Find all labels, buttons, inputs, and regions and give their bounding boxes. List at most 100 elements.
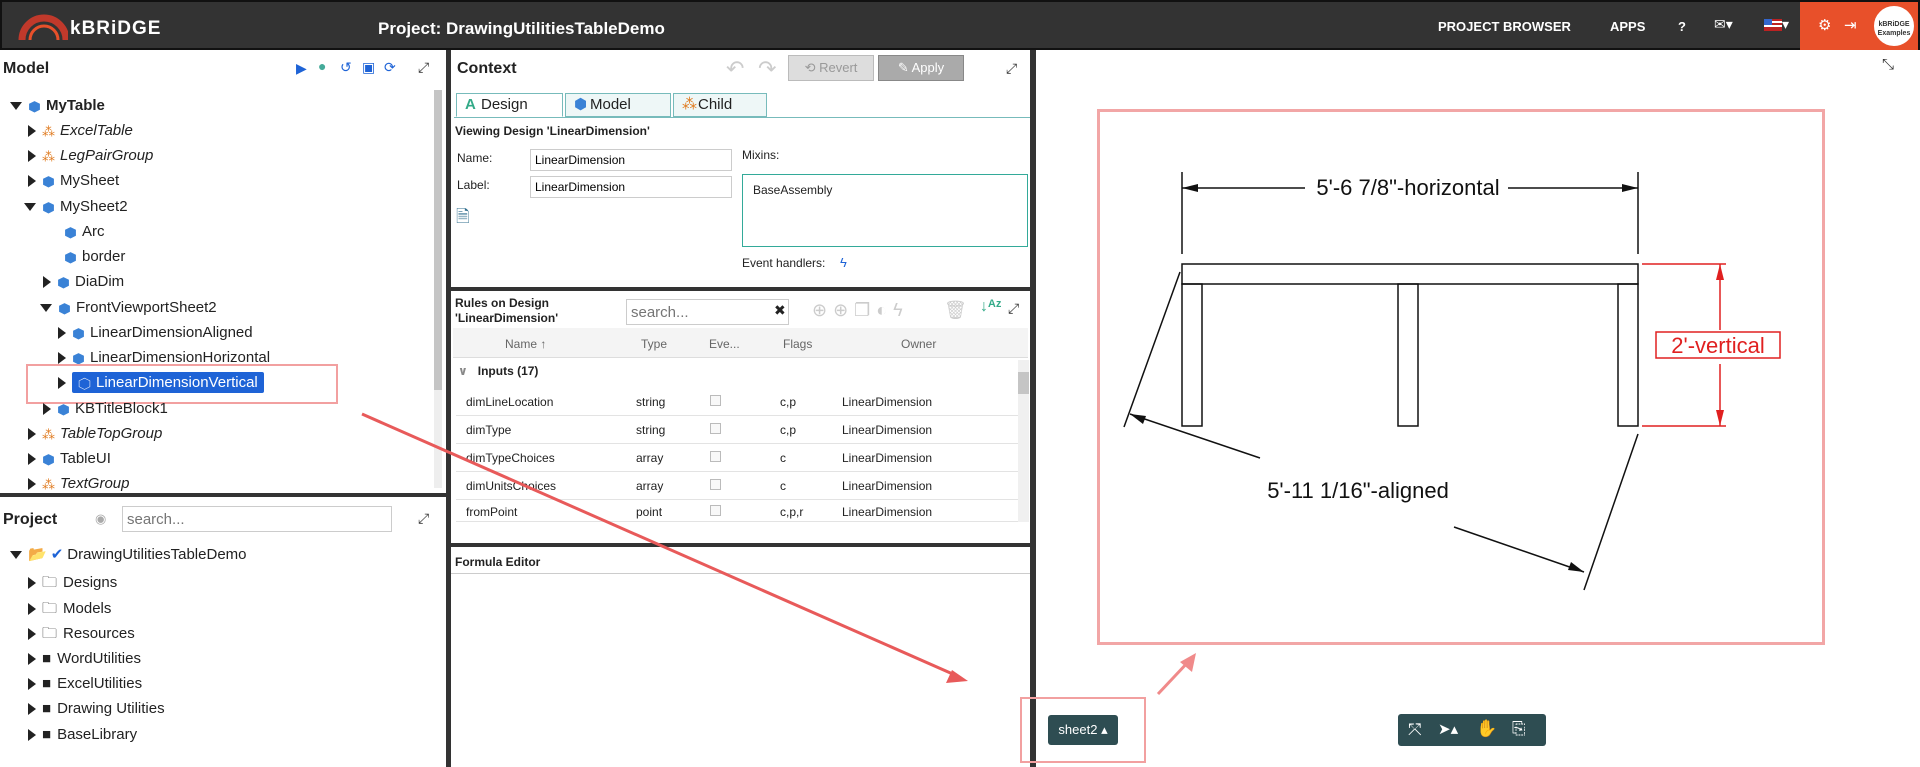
col-flags[interactable]: Flags — [783, 337, 812, 351]
tab-underline — [454, 117, 1030, 118]
group-icon: ⁂ — [42, 426, 55, 442]
drawing-canvas[interactable]: 5'-6 7/8"-horizontal 2'-vertical 5'-11 1… — [1100, 112, 1822, 642]
group-icon: ⁂ — [42, 123, 55, 139]
sort-az-icon[interactable]: ↓ᴬᶻ — [980, 298, 1002, 316]
apps-link[interactable]: APPS — [1610, 19, 1645, 34]
tree-item[interactable]: DiaDim — [43, 270, 124, 294]
tree-item[interactable]: Arc — [64, 220, 105, 244]
formula-editor-area[interactable] — [451, 575, 1030, 767]
eye-icon[interactable]: ◉ — [95, 511, 106, 527]
arrowhead — [1716, 410, 1724, 426]
table-row[interactable]: fromPoint point c,p,r LinearDimension — [456, 500, 1019, 522]
rules-scrollbar[interactable] — [1018, 360, 1029, 522]
clear-search-icon[interactable]: ✖ — [774, 302, 786, 319]
undo-icon[interactable]: ↺ — [340, 59, 352, 76]
pointer-icon[interactable]: ➤▴ — [1438, 720, 1458, 738]
play-icon[interactable]: ▶ — [296, 60, 307, 77]
col-owner[interactable]: Owner — [901, 337, 936, 351]
mail-icon[interactable]: ✉▾ — [1714, 16, 1733, 33]
trash-icon[interactable]: 🗑 — [944, 300, 967, 321]
tree-item[interactable]: 📂 ✔ DrawingUtilitiesTableDemo — [10, 543, 247, 567]
viewing-design-label: Viewing Design 'LinearDimension' — [455, 124, 650, 138]
folder-filled-icon: ■ — [42, 700, 52, 717]
viewer-toolbar: ⤧ ➤▴ ✋ ⎘ — [1398, 714, 1546, 746]
tree-item[interactable]: KBTitleBlock1 — [43, 397, 168, 421]
arrowhead — [1568, 562, 1584, 572]
tree-item[interactable]: 🗀 Designs — [28, 571, 117, 595]
kbridge-logo[interactable]: kBRiDGE — [18, 6, 168, 46]
save-icon[interactable]: ▣ — [362, 59, 375, 76]
maximize-icon[interactable]: ⤢ — [418, 510, 429, 527]
logo-arch-icon — [18, 14, 68, 41]
apply-button[interactable]: ✎ Apply — [878, 55, 964, 81]
maximize-icon[interactable]: ⤢ — [1006, 60, 1017, 77]
tree-item[interactable]: MySheet2 — [24, 195, 128, 219]
label-field[interactable] — [530, 176, 732, 198]
tree-item[interactable]: ■ ExcelUtilities — [28, 672, 142, 696]
tree-item[interactable]: ⁂ ExcelTable — [28, 119, 133, 143]
settings-icon[interactable]: ⚙ — [1818, 16, 1831, 34]
rules-formula-divider[interactable] — [451, 543, 1030, 547]
table-row[interactable]: dimType string c,p LinearDimension — [456, 416, 1019, 444]
maximize-icon[interactable]: ⤢ — [418, 59, 429, 76]
name-field[interactable] — [530, 149, 732, 171]
tab-model[interactable]: ⬢ Model — [565, 93, 671, 117]
tree-item[interactable]: ⁂ TableTopGroup — [28, 422, 162, 446]
cube-icon: ⬢ — [574, 96, 588, 113]
tab-design[interactable]: A Design — [456, 93, 563, 117]
middle-divider[interactable] — [1030, 50, 1036, 767]
cube-icon — [43, 453, 54, 465]
group-icon: ⁂ — [42, 476, 55, 492]
folder-icon: 🗀 — [42, 574, 58, 591]
status-dot-icon[interactable]: ● — [318, 58, 326, 74]
refresh-icon[interactable]: ⟳ — [384, 59, 396, 76]
tree-item[interactable]: TableUI — [28, 447, 111, 471]
dim-aligned-text: 5'-11 1/16"-aligned — [1267, 478, 1449, 503]
logout-icon[interactable]: ⇥ — [1844, 16, 1857, 34]
pan-hand-icon[interactable]: ✋ — [1476, 719, 1497, 739]
lightning-icon[interactable]: ϟ — [840, 255, 847, 270]
col-name[interactable]: Name ↑ — [505, 337, 546, 351]
tree-item[interactable]: FrontViewportSheet2 — [40, 296, 217, 320]
revert-button[interactable]: ⟲ Revert — [788, 55, 874, 81]
project-browser-link[interactable]: PROJECT BROWSER — [1438, 19, 1571, 34]
table-row[interactable]: dimLineLocation string c,p LinearDimension — [456, 388, 1019, 416]
col-type[interactable]: Type — [641, 337, 667, 351]
rule-actions-disabled: ⊕⊕❐◐ϟ — [812, 300, 909, 320]
fit-view-icon[interactable]: ⤧ — [1408, 720, 1422, 740]
rules-search-input[interactable] — [626, 299, 789, 325]
project-search-input[interactable] — [122, 506, 392, 532]
model-project-divider[interactable] — [0, 493, 446, 497]
tree-item[interactable]: 🗀 Resources — [28, 622, 135, 646]
tree-item[interactable]: MySheet — [28, 169, 119, 193]
tree-item[interactable]: ■ Drawing Utilities — [28, 697, 165, 721]
document-icon[interactable]: 🗎 — [456, 204, 470, 233]
mixins-field[interactable]: BaseAssembly — [742, 174, 1028, 247]
table-row[interactable]: dimTypeChoices array c LinearDimension — [456, 444, 1019, 472]
tab-child[interactable]: ⁂ Child — [673, 93, 767, 117]
tree-item[interactable]: ⁂ LegPairGroup — [28, 144, 153, 168]
help-link[interactable]: ? — [1678, 19, 1686, 34]
table-row[interactable]: dimUnitsChoices array c LinearDimension — [456, 472, 1019, 500]
tree-item[interactable]: ■ BaseLibrary — [28, 723, 137, 747]
pdf-export-icon[interactable]: ⎘ — [1512, 719, 1526, 739]
model-scrollbar[interactable] — [434, 90, 442, 488]
sheet-selector-button[interactable]: sheet2 ▴ — [1048, 715, 1118, 745]
tree-item[interactable]: ⁂ TextGroup — [28, 472, 130, 492]
tree-item[interactable]: border — [64, 245, 125, 269]
context-rules-divider[interactable] — [451, 287, 1030, 291]
avatar[interactable]: kBRiDGE Examples — [1872, 4, 1916, 48]
tree-item[interactable]: ■ WordUtilities — [28, 647, 141, 671]
undo-icon[interactable]: ↶ — [726, 56, 744, 82]
maximize-icon[interactable]: ⤢ — [1008, 300, 1019, 317]
col-events[interactable]: Eve... — [709, 337, 740, 351]
tree-item[interactable]: LinearDimensionAligned — [58, 321, 253, 345]
group-header-inputs[interactable]: ∨ Inputs (17) — [458, 364, 538, 378]
tree-item[interactable]: MyTable — [10, 94, 105, 118]
arrowhead — [1182, 184, 1198, 192]
close-icon[interactable]: ⤡ — [1882, 56, 1894, 73]
tree-item[interactable]: 🗀 Models — [28, 597, 111, 621]
arrowhead — [1622, 184, 1638, 192]
redo-icon[interactable]: ↷ — [758, 56, 776, 82]
language-flag-icon[interactable]: ▾ — [1764, 16, 1789, 33]
